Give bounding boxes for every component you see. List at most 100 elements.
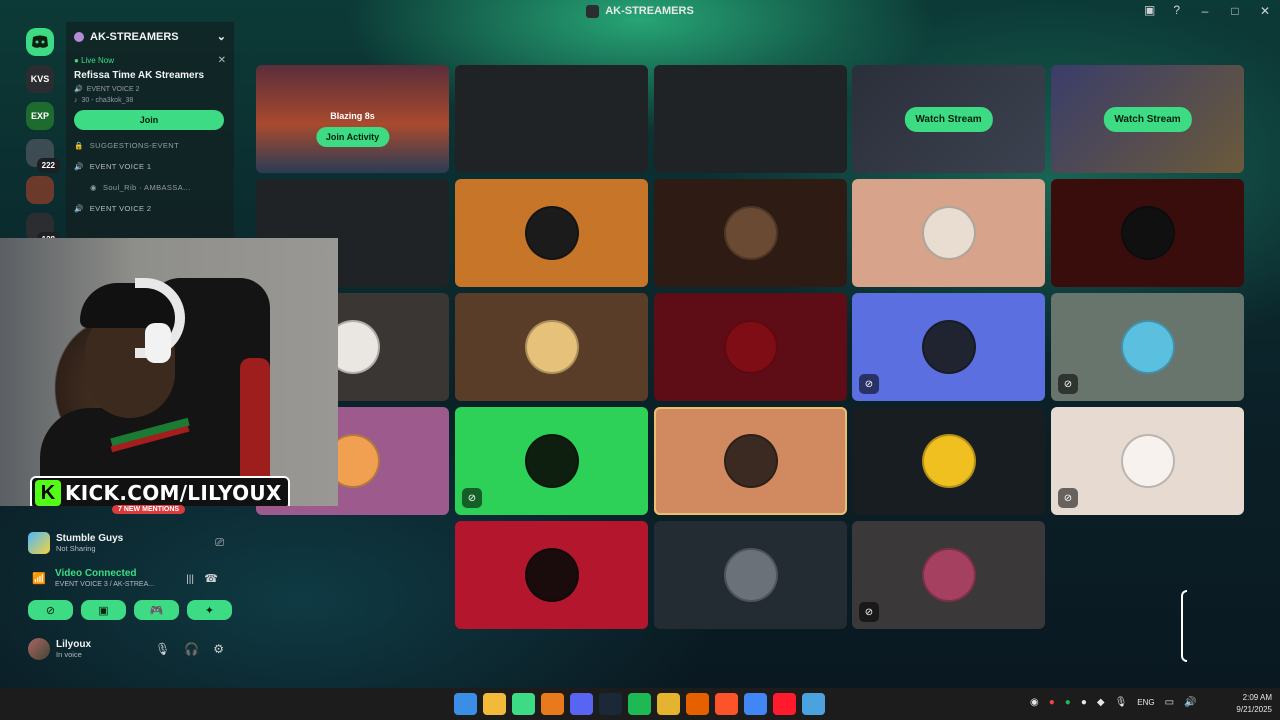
steam-tray-icon[interactable]: ◉ (1030, 697, 1039, 708)
server-header[interactable]: AK-STREAMERS ⌄ (66, 22, 234, 51)
participant-tile[interactable] (654, 407, 847, 515)
participant-tile[interactable]: ⊘ (1051, 407, 1244, 515)
user-status: In voice (56, 650, 82, 659)
inbox-icon[interactable]: ▣ (1144, 3, 1155, 17)
gear-icon[interactable]: ⚙ (213, 642, 224, 656)
tray-app-icon[interactable]: ● (1081, 697, 1087, 708)
taskbar-win-icon[interactable] (454, 693, 477, 715)
avatar (723, 206, 778, 260)
home-discord-icon[interactable] (26, 28, 54, 56)
activity-panel: Stumble Guys Not Sharing ⎚ (28, 530, 224, 556)
close-icon[interactable]: ✕ (218, 55, 226, 66)
join-button[interactable]: Join (74, 110, 224, 130)
stream-preview-tile[interactable]: Watch Stream (852, 65, 1045, 173)
activity-button[interactable]: 🎮 (134, 600, 179, 620)
server-badge: 222 (36, 158, 60, 173)
server-icon-label: KVS (30, 74, 50, 84)
voice-location[interactable]: EVENT VOICE 3 / AK-STREA... (55, 581, 224, 588)
close-button[interactable]: ✕ (1250, 4, 1280, 18)
spotify-tray-icon[interactable]: ● (1065, 697, 1071, 708)
disconnect-icon[interactable]: ☎ (204, 572, 218, 585)
avatar (921, 206, 976, 260)
taskbar: ◉ ● ● ● ◆ 🎙 ENG ▭ 🔊 2:09 AM 9/21/2025 (0, 688, 1280, 720)
taskbar-spotify-icon[interactable] (628, 693, 651, 715)
channel-item[interactable]: 🔊 EVENT VOICE 2 (74, 199, 226, 217)
server-icon-3[interactable] (26, 176, 54, 204)
help-icon[interactable]: ? (1173, 3, 1180, 17)
screen-share-button[interactable]: ▣ (81, 600, 126, 620)
volume-icon[interactable]: 🔊 (1184, 697, 1196, 708)
participant-tile[interactable]: ⊘ (852, 293, 1045, 401)
event-channel-row: 🔊 EVENT VOICE 2 (74, 85, 226, 94)
empty-stream-tile (654, 65, 847, 173)
taskbar-steam-icon[interactable] (599, 693, 622, 715)
speaker-icon: 🔊 (74, 203, 84, 213)
tray-app2-icon[interactable]: ◆ (1097, 697, 1105, 708)
join-activity-button[interactable]: Join Activity (315, 127, 390, 147)
participant-tile[interactable]: ⊘ (1051, 293, 1244, 401)
network-icon[interactable]: ▭ (1165, 697, 1174, 708)
language-indicator[interactable]: ENG (1137, 698, 1154, 707)
participant-tile[interactable] (455, 521, 648, 629)
avatar (723, 320, 778, 374)
headphones-icon[interactable]: 🎧 (184, 642, 199, 656)
camera-off-button[interactable]: ⊘ (28, 600, 73, 620)
clock[interactable]: 2:09 AM 9/21/2025 (1236, 692, 1272, 716)
kick-banner: K KICK.COM/LILYOUX (30, 476, 290, 506)
channel-item[interactable]: 🔒 SUGGESTIONS-EVENT (74, 136, 226, 154)
system-tray: ◉ ● ● ● ◆ 🎙 ENG ▭ 🔊 (1030, 697, 1197, 708)
muted-icon: ⊘ (859, 374, 879, 394)
minimize-button[interactable]: – (1190, 4, 1220, 18)
participant-tile[interactable] (455, 293, 648, 401)
taskbar-vlc-icon[interactable] (541, 693, 564, 715)
participant-tile[interactable] (654, 179, 847, 287)
event-count-row: ♪ 30 - cha3kok_38 (74, 97, 226, 104)
voice-status[interactable]: Video Connected (55, 568, 224, 579)
taskbar-firefox-icon[interactable] (686, 693, 709, 715)
taskbar-files-icon[interactable] (483, 693, 506, 715)
avatar (1120, 434, 1175, 488)
server-icon-4[interactable]: 128 (26, 213, 60, 247)
participant-tile[interactable] (1051, 179, 1244, 287)
taskbar-chrome-icon[interactable] (657, 693, 680, 715)
watch-stream-button[interactable]: Watch Stream (904, 107, 993, 132)
participant-tile[interactable]: ⊘ (455, 407, 648, 515)
server-icon (74, 31, 84, 42)
taskbar-opera-icon[interactable] (773, 693, 796, 715)
tray-mic-icon[interactable]: 🎙 (1115, 697, 1128, 708)
maximize-button[interactable]: □ (1220, 4, 1250, 18)
taskbar-discord-green-icon[interactable] (512, 693, 535, 715)
channel-name: SUGGESTIONS-EVENT (89, 140, 180, 150)
taskbar-chrome2-icon[interactable] (744, 693, 767, 715)
muted-icon: ⊘ (859, 602, 879, 622)
mic-tray-icon[interactable]: ● (1049, 697, 1055, 708)
taskbar-brave-icon[interactable] (715, 693, 738, 715)
stream-preview-tile[interactable]: Watch Stream (1051, 65, 1244, 173)
participant-tile[interactable]: ⊘ (852, 521, 1045, 629)
webcam-overlay: K KICK.COM/LILYOUX (0, 238, 338, 506)
participant-tile[interactable] (852, 407, 1045, 515)
taskbar-game-icon[interactable] (802, 693, 825, 715)
activity-tile[interactable]: Blazing 8s Join Activity (256, 65, 449, 173)
live-label: Live Now (81, 56, 114, 65)
soundboard-button[interactable]: ✦ (187, 600, 232, 620)
server-icon-label: EXP (30, 111, 49, 121)
new-mentions-badge[interactable]: 7 NEW MENTIONS (112, 505, 186, 514)
participant-tile[interactable] (455, 179, 648, 287)
participant-tile[interactable] (654, 521, 847, 629)
noise-icon[interactable]: ||| (186, 574, 194, 585)
server-icon-0[interactable]: KVS (26, 65, 54, 93)
channel-item[interactable]: 🔊 EVENT VOICE 1 (74, 157, 226, 175)
avatar (723, 548, 778, 602)
participant-tile[interactable] (852, 179, 1045, 287)
avatar (524, 434, 579, 488)
share-screen-icon[interactable]: ⎚ (215, 537, 224, 550)
avatar[interactable] (28, 638, 50, 660)
server-icon-1[interactable]: EXP (26, 102, 54, 130)
taskbar-discord-icon[interactable] (570, 693, 593, 715)
server-icon-2[interactable]: 222 (26, 139, 60, 173)
microphone-icon[interactable]: 🎙 (155, 642, 170, 656)
participant-tile[interactable] (654, 293, 847, 401)
channel-item[interactable]: ◉ Soul_Rib · AMBASSA... (74, 178, 226, 196)
watch-stream-button[interactable]: Watch Stream (1103, 107, 1192, 132)
